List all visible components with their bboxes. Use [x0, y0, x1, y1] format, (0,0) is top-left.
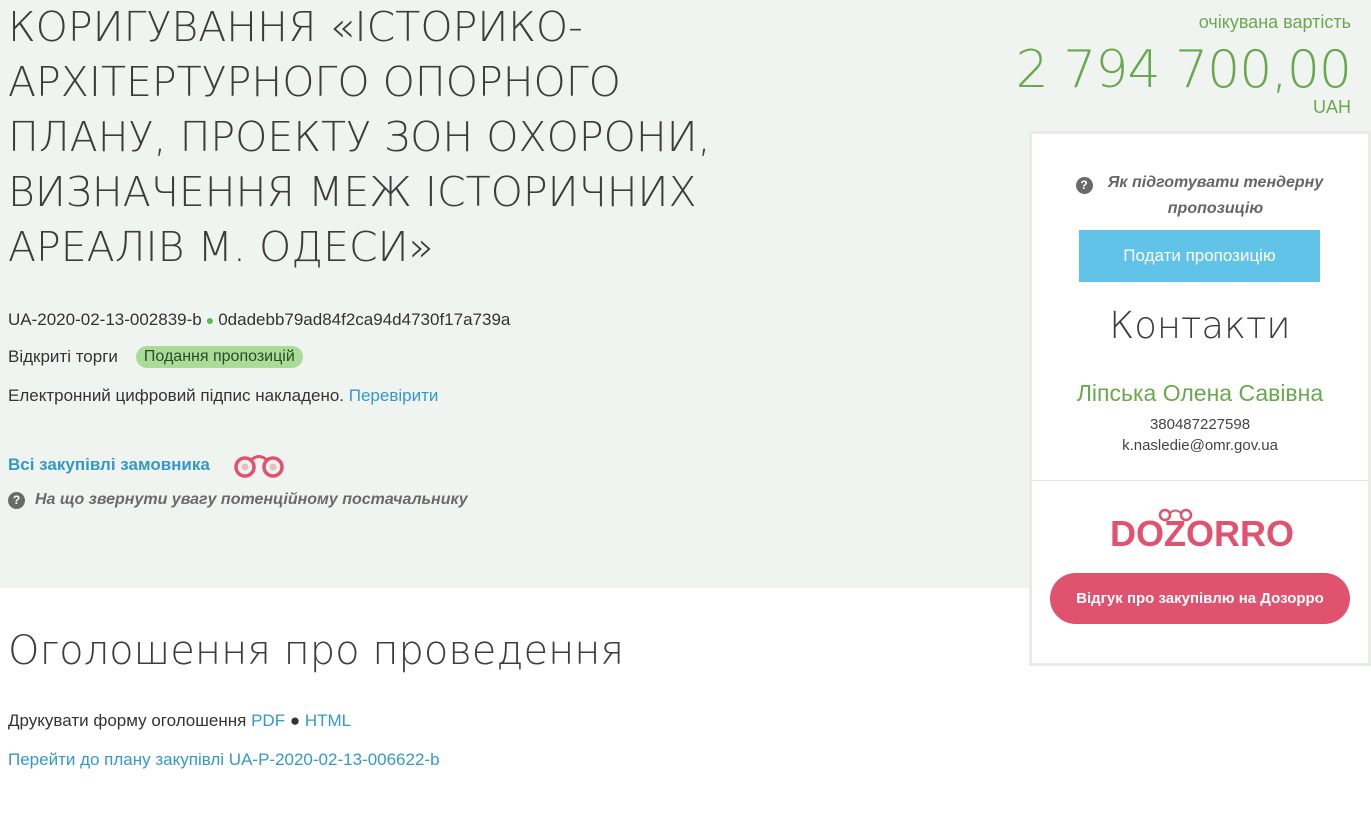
- print-form-text: Друкувати форму оголошення: [8, 711, 247, 730]
- tender-hash: 0dadebb79ad84f2ca94d4730f17a739a: [218, 310, 511, 329]
- expected-value-label: очікувана вартість: [1198, 12, 1351, 32]
- all-purchases-row: Всі закупівлі замовника: [8, 450, 286, 480]
- how-to-prepare-hint[interactable]: ? Як підготувати тендерну пропозицію: [1032, 170, 1371, 222]
- signature-text: Електронний цифровий підпис накладено.: [8, 386, 345, 405]
- all-purchases-link[interactable]: Всі закупівлі замовника: [8, 455, 210, 475]
- dot-separator: ●: [205, 312, 215, 328]
- print-html-link[interactable]: HTML: [305, 711, 351, 730]
- binoculars-icon[interactable]: [232, 450, 286, 480]
- tender-id: UA-2020-02-13-002839-b: [8, 310, 202, 329]
- expected-value-amount: 2 794 700,00: [1015, 40, 1352, 100]
- supplier-hint-row[interactable]: ? На що звернути увагу потенційному пост…: [8, 491, 468, 509]
- question-icon: ?: [8, 491, 25, 509]
- tender-title: КОРИГУВАННЯ «ІСТОРИКО-АРХІТЕРТУРНОГО ОПО…: [8, 3, 711, 271]
- status-badge: Подання пропозицій: [135, 346, 303, 368]
- announcement-heading: Оголошення про проведення: [8, 628, 625, 674]
- contact-name: Ліпська Олена Савівна: [1076, 380, 1324, 406]
- currency-label: UAH: [1312, 97, 1351, 117]
- dot-separator: ●: [289, 711, 301, 730]
- contact-email: k.nasledie@omr.gov.ua: [1122, 437, 1278, 454]
- submit-proposal-button[interactable]: Подати пропозицію: [1079, 230, 1320, 282]
- contact-phone: 380487227598: [1149, 416, 1251, 433]
- question-icon: ?: [1075, 176, 1093, 194]
- sidebar-panel: ? Як підготувати тендерну пропозицію Пода…: [1029, 131, 1371, 666]
- dozorro-logo: DOZORRO: [1110, 508, 1294, 554]
- svg-text:DOZORRO: DOZORRO: [1110, 513, 1294, 554]
- contacts-heading: Контакти: [1109, 304, 1291, 347]
- procedure-type: Відкриті торги: [8, 347, 118, 366]
- divider: [1032, 480, 1368, 481]
- print-form-row: Друкувати форму оголошення PDF ● HTML: [8, 711, 351, 731]
- print-pdf-link[interactable]: PDF: [251, 711, 285, 730]
- signature-row: Електронний цифровий підпис накладено. П…: [8, 386, 438, 406]
- procurement-plan-link[interactable]: Перейти до плану закупівлі UA-P-2020-02-…: [8, 750, 440, 769]
- supplier-hint-text: На що звернути увагу потенційному постач…: [35, 491, 468, 508]
- procedure-row: Відкриті торги Подання пропозицій: [8, 346, 303, 368]
- dozorro-feedback-button[interactable]: Відгук про закупівлю на Дозорро: [1050, 573, 1350, 624]
- verify-signature-link[interactable]: Перевірити: [349, 386, 439, 405]
- tender-ids: UA-2020-02-13-002839-b ● 0dadebb79ad84f2ca…: [8, 310, 510, 330]
- how-to-prepare-text: Як підготувати тендерну пропозицію: [1107, 174, 1324, 217]
- plan-row: Перейти до плану закупівлі UA-P-2020-02-…: [8, 750, 440, 770]
